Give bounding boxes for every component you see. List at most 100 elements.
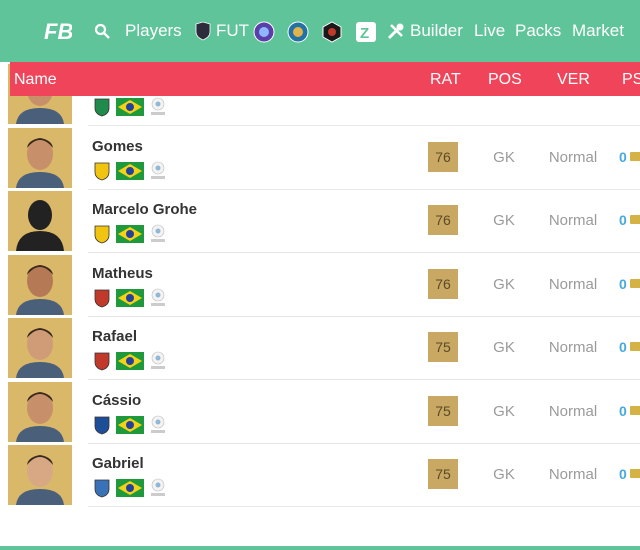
position: GK	[493, 275, 515, 293]
rating-badge: 75	[428, 332, 458, 362]
player-name[interactable]: Matheus	[92, 265, 153, 282]
nav-fut[interactable]: FUT	[195, 20, 249, 42]
club-badge-icon	[94, 162, 110, 180]
player-row[interactable]: Gabriel 75 GK Normal 0	[8, 443, 640, 507]
price: 0	[619, 402, 627, 419]
version: Normal	[548, 212, 598, 229]
coin-icon	[630, 342, 640, 351]
league-logo-icon	[151, 415, 165, 433]
brazil-flag-icon	[116, 288, 144, 307]
coin-icon	[630, 278, 640, 288]
version: Normal	[548, 339, 598, 356]
coin-icon	[630, 215, 640, 224]
tots-icon[interactable]	[253, 21, 275, 43]
nav-live[interactable]: Live	[474, 20, 505, 42]
svg-text:FB: FB	[44, 19, 72, 44]
col-rat[interactable]: RAT	[430, 71, 461, 89]
player-image	[8, 381, 72, 442]
club-badge-icon	[94, 479, 110, 498]
rating-badge: 76	[428, 141, 458, 172]
hexagon-icon[interactable]	[321, 21, 343, 43]
nav-market[interactable]: Market	[572, 20, 624, 42]
nav-builder-label: Builder	[410, 21, 463, 40]
nav-builder[interactable]: Builder	[387, 20, 463, 42]
top-navbar: FB Players FUT Z Builder Live Packs Mark…	[0, 0, 640, 62]
nav-players-label: Players	[125, 21, 182, 40]
nav-market-label: Market	[572, 21, 624, 40]
player-name[interactable]: Rafael	[92, 328, 137, 345]
rating-badge: 75	[428, 395, 458, 426]
brazil-flag-icon	[116, 161, 144, 180]
league-logo-icon	[151, 97, 165, 115]
fut-shield-icon	[195, 21, 211, 41]
badges	[92, 287, 168, 309]
player-row[interactable]: Marcelo Grohe 76 GK Normal 0	[8, 189, 640, 253]
futbin-logo[interactable]: FB	[42, 17, 72, 45]
col-ps[interactable]: PS	[622, 71, 640, 89]
league-logo-icon	[151, 478, 165, 496]
position: GK	[493, 212, 515, 229]
rating-badge: 75	[428, 459, 458, 489]
brazil-flag-icon	[116, 415, 144, 434]
player-row[interactable]: Matheus 76 GK Normal 0	[8, 253, 640, 317]
club-badge-icon	[94, 352, 110, 371]
club-badge-icon	[94, 98, 110, 117]
price: 0	[619, 339, 627, 355]
player-row[interactable]: Rafael 75 GK Normal 0	[8, 316, 640, 380]
nav-players[interactable]: Players	[94, 20, 182, 42]
badges	[92, 223, 168, 245]
nav-live-label: Live	[474, 21, 506, 40]
coin-icon	[630, 151, 640, 161]
coin-icon	[630, 405, 640, 415]
version: Normal	[548, 402, 598, 420]
badges	[92, 96, 168, 118]
player-row[interactable]: Cássio 75 GK Normal 0	[8, 380, 640, 444]
player-list: Gomes 76 GK Normal 0 Marcelo Grohe 76 GK Normal 0…	[8, 62, 640, 550]
price: 0	[619, 275, 627, 292]
position: GK	[493, 148, 515, 166]
tools-icon	[387, 23, 404, 40]
badges	[92, 477, 168, 499]
league-logo-icon	[151, 288, 165, 306]
price: 0	[619, 466, 627, 482]
brazil-flag-icon	[116, 225, 144, 243]
club-badge-icon	[94, 289, 110, 307]
svg-text:Z: Z	[360, 25, 369, 42]
player-image	[8, 191, 72, 251]
player-image	[8, 254, 72, 315]
player-name[interactable]: Gomes	[92, 138, 143, 155]
brazil-flag-icon	[116, 479, 144, 497]
col-name[interactable]: Name	[14, 71, 57, 89]
player-image	[8, 445, 72, 505]
col-pos[interactable]: POS	[488, 71, 522, 89]
search-icon	[94, 23, 110, 39]
club-badge-icon	[94, 225, 110, 244]
player-row[interactable]: Gomes 76 GK Normal 0	[8, 126, 640, 190]
brazil-flag-icon	[116, 352, 144, 370]
nav-packs-label: Packs	[515, 21, 562, 40]
position: GK	[493, 339, 515, 356]
version: Normal	[548, 275, 598, 293]
nav-packs[interactable]: Packs	[515, 20, 561, 42]
player-name[interactable]: Gabriel	[92, 455, 144, 472]
z-app-icon[interactable]: Z	[355, 21, 377, 43]
brazil-flag-icon	[116, 98, 144, 116]
coin-icon	[630, 469, 640, 478]
league-logo-icon	[151, 224, 165, 242]
col-ver[interactable]: VER	[557, 71, 590, 89]
ucl-icon[interactable]	[287, 21, 309, 43]
version: Normal	[548, 148, 598, 166]
rating-badge: 76	[428, 268, 458, 299]
league-logo-icon	[151, 161, 165, 179]
player-image	[8, 127, 72, 188]
club-badge-icon	[94, 416, 110, 434]
badges	[92, 414, 168, 436]
player-image	[8, 318, 72, 378]
table-header: Name RAT POS VER PS	[10, 62, 640, 96]
row-divider	[88, 506, 640, 507]
nav-fut-label: FUT	[216, 21, 250, 40]
player-name[interactable]: Cássio	[92, 392, 141, 409]
bottom-border	[0, 546, 640, 550]
league-logo-icon	[151, 351, 165, 369]
player-name[interactable]: Marcelo Grohe	[92, 201, 197, 218]
